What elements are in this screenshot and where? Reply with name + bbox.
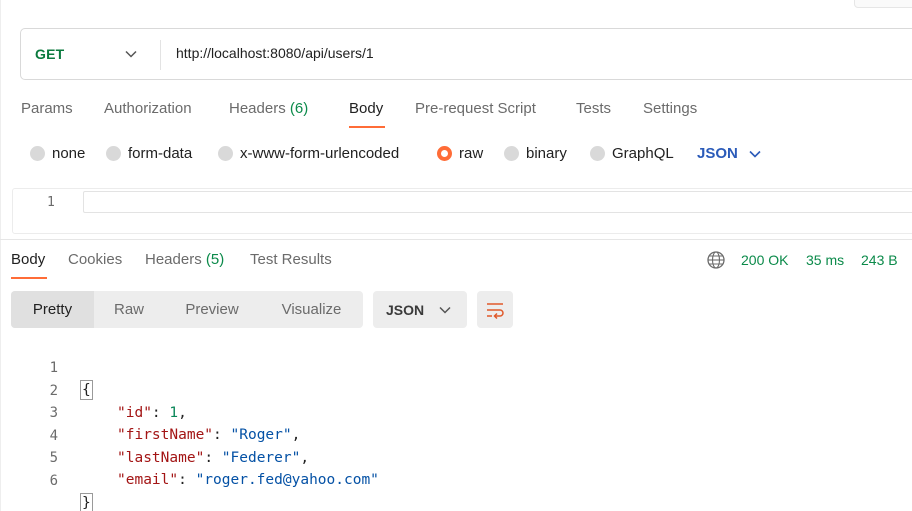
top-right-control[interactable]	[854, 0, 912, 8]
tab-body[interactable]: Body	[349, 100, 383, 117]
tab-label: Body	[11, 251, 46, 268]
status-code[interactable]: 200 OK	[741, 252, 788, 268]
radio-label: binary	[526, 145, 567, 162]
radio-dot[interactable]	[30, 146, 45, 161]
open-brace: {	[80, 379, 93, 401]
active-response-tab-indicator	[11, 277, 47, 279]
tab-label: Pre-request Script	[415, 100, 536, 117]
json-value: "Roger"	[230, 427, 292, 443]
active-tab-indicator	[349, 126, 385, 128]
tab-pre-request-script[interactable]: Pre-request Script	[415, 100, 536, 117]
line-number: 6	[49, 473, 58, 489]
tab-label: Cookies	[68, 251, 123, 268]
chevron-down-icon	[439, 306, 451, 314]
chevron-down-icon[interactable]	[124, 47, 138, 61]
json-value: "Federer"	[221, 450, 301, 466]
radio-raw[interactable]: raw	[437, 145, 483, 162]
code-line: 1 {	[0, 335, 93, 400]
tab-tests[interactable]: Tests	[576, 100, 611, 117]
json-field: "firstName": "Roger",	[117, 427, 301, 443]
code-line: 5 "email": "roger.fed@yahoo.com"	[0, 425, 379, 488]
tab-authorization[interactable]: Authorization	[104, 100, 192, 117]
radio-binary[interactable]: binary	[504, 145, 567, 162]
radio-dot[interactable]	[590, 146, 605, 161]
radio-label: form-data	[128, 145, 193, 162]
url-input[interactable]: http://localhost:8080/api/users/1	[176, 45, 374, 61]
code-line: 2 "id": 1,	[0, 358, 187, 421]
request-body-line[interactable]	[83, 191, 912, 213]
brace-match: }	[80, 493, 93, 511]
response-tab-headers[interactable]: Headers (5)	[145, 251, 224, 268]
response-format-select[interactable]: JSON	[373, 291, 467, 328]
line-number: 1	[47, 195, 55, 210]
radio-label: x-www-form-urlencoded	[240, 145, 400, 162]
response-tab-cookies[interactable]: Cookies	[68, 251, 122, 268]
json-value: "roger.fed@yahoo.com"	[195, 472, 379, 488]
json-key: "email"	[117, 472, 179, 488]
response-format-label: JSON	[386, 302, 425, 318]
view-visualize[interactable]: Visualize	[260, 291, 363, 328]
tab-settings[interactable]: Settings	[643, 100, 697, 117]
wrap-lines-icon	[487, 303, 504, 320]
code-line: 6 }	[0, 448, 93, 511]
radio-none[interactable]: none	[30, 145, 85, 162]
radio-dot-selected[interactable]	[437, 146, 452, 161]
json-key: "id"	[117, 405, 152, 421]
json-value: 1	[169, 405, 179, 421]
code-line: 3 "firstName": "Roger",	[0, 380, 301, 443]
tab-label: Headers	[229, 100, 286, 117]
radio-dot[interactable]	[106, 146, 121, 161]
tab-params[interactable]: Params	[21, 100, 73, 117]
response-time[interactable]: 35 ms	[806, 252, 844, 268]
radio-dot[interactable]	[504, 146, 519, 161]
request-url-bar: GET http://localhost:8080/api/users/1	[20, 28, 912, 80]
tab-count: (5)	[205, 251, 225, 268]
radio-form-data[interactable]: form-data	[106, 145, 192, 162]
json-field: "id": 1,	[117, 405, 187, 421]
json-field: "lastName": "Federer",	[117, 450, 310, 466]
json-key: "firstName"	[117, 427, 214, 443]
tab-label: Tests	[576, 100, 612, 117]
json-key: "lastName"	[117, 450, 205, 466]
response-tab-test-results[interactable]: Test Results	[250, 251, 332, 268]
chevron-down-icon	[749, 150, 761, 158]
tab-label: Test Results	[250, 251, 332, 268]
tab-label: Settings	[643, 100, 698, 117]
response-size[interactable]: 243 B	[861, 252, 898, 268]
body-format-label: JSON	[697, 145, 738, 162]
radio-dot[interactable]	[218, 146, 233, 161]
method-select[interactable]: GET	[35, 46, 64, 62]
code-line: 4 "lastName": "Federer",	[0, 403, 310, 466]
view-raw[interactable]: Raw	[94, 291, 164, 328]
response-tab-body[interactable]: Body	[11, 251, 45, 268]
tab-count: (6)	[289, 100, 309, 117]
brace-match: {	[80, 380, 93, 400]
view-preview[interactable]: Preview	[164, 291, 260, 328]
json-field: "email": "roger.fed@yahoo.com"	[117, 472, 379, 488]
view-mode-segmented-control: Pretty Raw Preview Visualize	[11, 291, 363, 328]
response-body-viewer[interactable]: 1 { 2 "id": 1, 3 "firstName": "Roger", 4…	[0, 335, 912, 511]
close-brace: }	[80, 492, 93, 511]
url-divider	[160, 40, 161, 70]
tab-headers[interactable]: Headers (6)	[229, 100, 308, 117]
tab-label: Authorization	[104, 100, 192, 117]
radio-label: GraphQL	[612, 145, 674, 162]
json-comma: ,	[178, 405, 187, 421]
body-type-options: none form-data x-www-form-urlencoded raw…	[0, 145, 912, 165]
radio-label: raw	[459, 145, 484, 162]
radio-graphql[interactable]: GraphQL	[590, 145, 674, 162]
radio-x-www-form-urlencoded[interactable]: x-www-form-urlencoded	[218, 145, 399, 162]
body-format-select[interactable]: JSON	[697, 145, 762, 162]
json-comma: ,	[300, 450, 310, 466]
tab-label: Headers	[145, 251, 202, 268]
globe-icon[interactable]	[706, 250, 726, 270]
tab-label: Params	[21, 100, 73, 117]
radio-label: none	[52, 145, 86, 162]
tab-label: Body	[349, 100, 384, 117]
wrap-lines-button[interactable]	[477, 291, 513, 328]
pane-divider[interactable]	[0, 239, 912, 240]
request-body-editor[interactable]: 1	[12, 188, 912, 234]
view-pretty[interactable]: Pretty	[11, 291, 94, 328]
json-comma: ,	[291, 427, 301, 443]
